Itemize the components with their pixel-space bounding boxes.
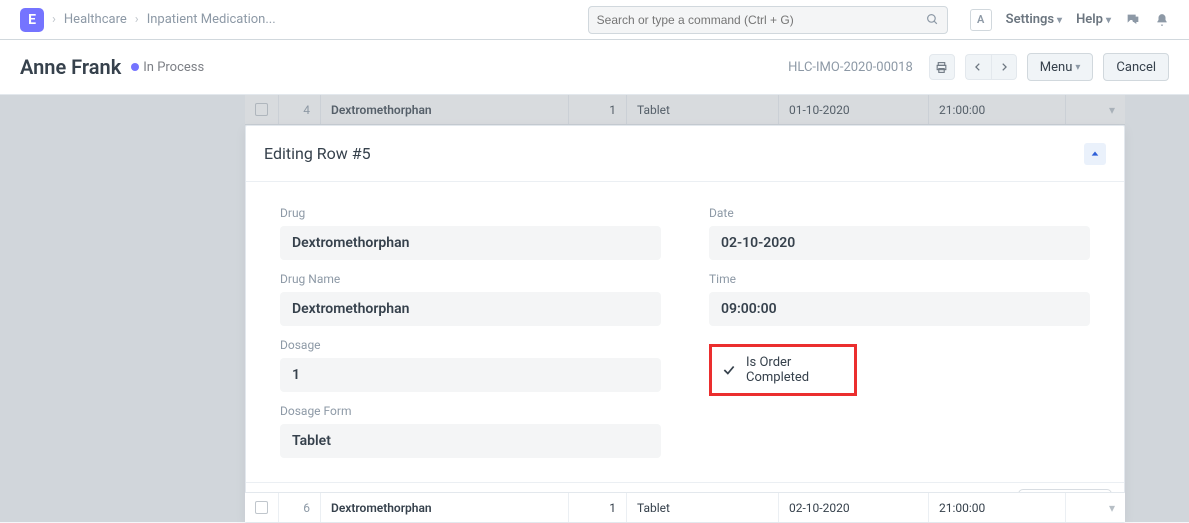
row-checkbox[interactable] <box>255 501 268 514</box>
help-menu[interactable]: Help <box>1076 12 1111 27</box>
row-drug[interactable]: Dextromethorphan <box>321 95 569 124</box>
row-index: 6 <box>279 493 321 522</box>
row-expand-icon[interactable]: ▾ <box>1066 493 1125 522</box>
row-dosage-form[interactable]: Tablet <box>627 493 779 522</box>
row-date[interactable]: 02-10-2020 <box>779 493 929 522</box>
breadcrumb-healthcare[interactable]: Healthcare <box>64 12 127 27</box>
breadcrumb: › Healthcare › Inpatient Medication... <box>52 12 276 27</box>
row-dosage[interactable]: 1 <box>569 493 627 522</box>
breadcrumb-inpatient-medication[interactable]: Inpatient Medication... <box>147 12 276 27</box>
top-navbar: E › Healthcare › Inpatient Medication...… <box>0 0 1189 40</box>
app-logo[interactable]: E <box>20 8 44 32</box>
table-row: 6 Dextromethorphan 1 Tablet 02-10-2020 2… <box>245 492 1125 522</box>
time-field[interactable]: 09:00:00 <box>709 292 1090 326</box>
row-time[interactable]: 21:00:00 <box>929 95 1066 124</box>
nav-right: A Settings Help <box>970 9 1169 31</box>
status-text: In Process <box>143 60 204 75</box>
chat-icon[interactable] <box>1125 12 1141 28</box>
is-order-completed-checkbox[interactable]: Is Order Completed <box>709 344 857 396</box>
table-row: 4 Dextromethorphan 1 Tablet 01-10-2020 2… <box>245 95 1125 125</box>
record-nav <box>965 54 1017 80</box>
row-dosage[interactable]: 1 <box>569 95 627 124</box>
dialog-title: Editing Row #5 <box>264 144 371 163</box>
chevron-right-icon: › <box>135 12 139 27</box>
time-label: Time <box>709 272 1090 286</box>
print-button[interactable] <box>929 54 955 80</box>
status-indicator-icon <box>131 63 139 71</box>
row-time[interactable]: 21:00:00 <box>929 493 1066 522</box>
global-search[interactable] <box>588 6 948 34</box>
cancel-button[interactable]: Cancel <box>1103 53 1169 81</box>
row-index: 4 <box>279 95 321 124</box>
drug-field[interactable]: Dextromethorphan <box>280 226 661 260</box>
user-avatar[interactable]: A <box>970 9 992 31</box>
menu-button[interactable]: Menu <box>1027 53 1094 81</box>
dosage-field[interactable]: 1 <box>280 358 661 392</box>
prev-record-button[interactable] <box>965 54 991 80</box>
search-input[interactable] <box>597 13 926 27</box>
date-field[interactable]: 02-10-2020 <box>709 226 1090 260</box>
is-order-completed-label: Is Order Completed <box>746 355 844 385</box>
collapse-button[interactable] <box>1084 143 1106 165</box>
dosage-label: Dosage <box>280 338 661 352</box>
dosage-form-field[interactable]: Tablet <box>280 424 661 458</box>
next-record-button[interactable] <box>991 54 1017 80</box>
chevron-right-icon: › <box>52 12 56 27</box>
row-dosage-form[interactable]: Tablet <box>627 95 779 124</box>
dosage-form-label: Dosage Form <box>280 404 661 418</box>
page-title: Anne Frank <box>20 55 121 79</box>
form-column-left: Drug Dextromethorphan Drug Name Dextrome… <box>280 198 661 458</box>
drug-label: Drug <box>280 206 661 220</box>
settings-menu[interactable]: Settings <box>1006 12 1062 27</box>
row-expand-icon[interactable]: ▾ <box>1066 95 1125 124</box>
date-label: Date <box>709 206 1090 220</box>
page-header: Anne Frank In Process HLC-IMO-2020-00018… <box>0 40 1189 95</box>
form-column-right: Date 02-10-2020 Time 09:00:00 Is Order C… <box>709 198 1090 458</box>
drug-name-field[interactable]: Dextromethorphan <box>280 292 661 326</box>
row-checkbox[interactable] <box>255 103 268 116</box>
row-date[interactable]: 01-10-2020 <box>779 95 929 124</box>
search-icon <box>926 13 939 26</box>
document-id: HLC-IMO-2020-00018 <box>788 60 913 75</box>
row-drug[interactable]: Dextromethorphan <box>321 493 569 522</box>
checkmark-icon <box>722 363 736 377</box>
drug-name-label: Drug Name <box>280 272 661 286</box>
row-editor-dialog: Editing Row #5 Drug Dextromethorphan Dru… <box>245 125 1125 523</box>
bell-icon[interactable] <box>1155 13 1169 27</box>
